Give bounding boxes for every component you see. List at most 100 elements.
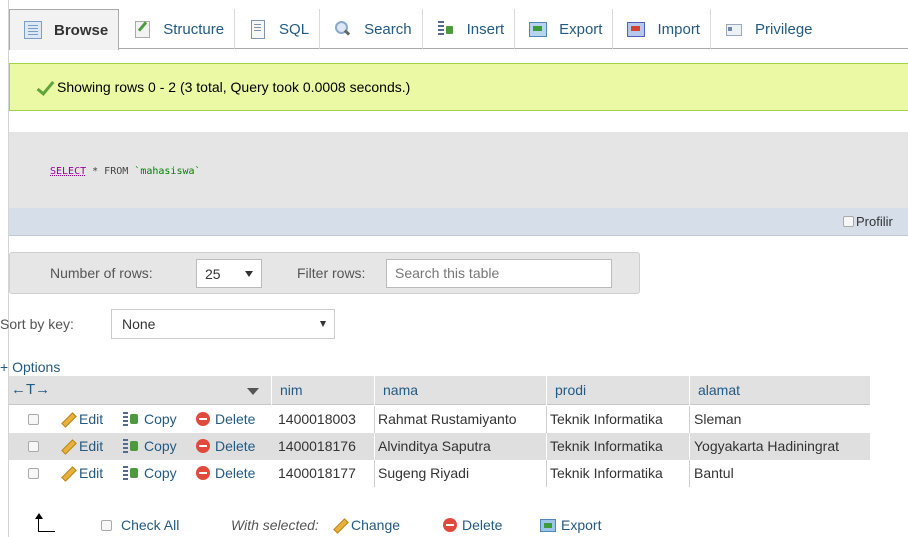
delete-icon — [196, 412, 210, 426]
tab-label: Import — [657, 20, 700, 38]
copy-label: Copy — [144, 438, 177, 454]
sql-icon — [249, 20, 267, 39]
edit-button[interactable]: Edit — [59, 465, 103, 481]
check-all-label[interactable]: Check All — [121, 517, 179, 533]
sql-table-name: `mahasiswa` — [134, 166, 201, 177]
browse-icon — [24, 21, 42, 39]
profiling-checkbox[interactable] — [843, 216, 854, 227]
edit-button[interactable]: Edit — [59, 438, 103, 454]
column-header-nama[interactable]: nama — [383, 382, 418, 398]
tab-import[interactable]: Import — [613, 9, 711, 49]
cell-divider — [689, 433, 690, 460]
cell-alamat: Sleman — [694, 411, 742, 427]
tab-label: Browse — [54, 21, 109, 39]
delete-icon — [196, 439, 210, 453]
profiling-label: Profilir — [856, 214, 893, 229]
insert-icon — [437, 20, 455, 38]
cell-divider — [374, 406, 375, 433]
tab-export[interactable]: Export — [515, 9, 614, 49]
tab-label: SQL — [279, 20, 310, 38]
cell-alamat: Yogyakarta Hadiningrat — [694, 438, 840, 454]
cell-nama: Alvinditya Saputra — [378, 438, 491, 454]
table-row: Edit Copy Delete 1400018003 Rahmat Rusta… — [9, 406, 870, 433]
copy-button[interactable]: Copy — [122, 411, 177, 427]
cell-divider — [546, 460, 547, 487]
sort-triangle-icon[interactable] — [247, 388, 259, 395]
copy-label: Copy — [144, 465, 177, 481]
privileges-icon — [725, 20, 743, 38]
cell-prodi: Teknik Informatika — [550, 465, 663, 481]
export-icon — [529, 20, 548, 38]
cell-nim: 1400018177 — [278, 465, 356, 481]
column-resize-arrows[interactable]: ←T→ — [11, 381, 50, 398]
tab-insert[interactable]: Insert — [423, 9, 516, 49]
cell-nim: 1400018003 — [278, 411, 356, 427]
edit-button[interactable]: Edit — [59, 411, 103, 427]
delete-label: Delete — [215, 465, 256, 481]
cell-nama: Sugeng Riyadi — [378, 465, 470, 481]
copy-button[interactable]: Copy — [122, 465, 177, 481]
pencil-icon — [331, 518, 347, 532]
with-selected-label: With selected: — [231, 517, 319, 533]
tab-privileges[interactable]: Privilege — [711, 9, 823, 49]
delete-label: Delete — [215, 438, 256, 454]
delete-icon — [196, 466, 210, 480]
column-header-nim[interactable]: nim — [280, 382, 303, 398]
tab-browse[interactable]: Browse — [9, 9, 120, 50]
bulk-delete-button[interactable]: Delete — [443, 517, 502, 533]
copy-button[interactable]: Copy — [122, 438, 177, 454]
delete-icon — [443, 518, 457, 532]
filter-rows-input[interactable]: Search this table — [386, 259, 612, 288]
sql-keyword-link[interactable]: SELECT — [50, 166, 86, 177]
chevron-down-icon — [245, 271, 253, 277]
delete-button[interactable]: Delete — [196, 438, 255, 454]
filter-rows-label: Filter rows: — [297, 265, 366, 281]
import-icon — [627, 20, 646, 38]
cell-nama: Rahmat Rustamiyanto — [378, 411, 517, 427]
profiling-bar: Profilir — [9, 208, 908, 236]
bulk-export-button[interactable]: Export — [540, 517, 601, 533]
edit-label: Edit — [79, 465, 104, 481]
row-checkbox[interactable] — [28, 468, 39, 479]
number-of-rows-label: Number of rows: — [50, 265, 153, 281]
navigation-panel: Number of rows: 25 Filter rows: Search t… — [9, 252, 640, 294]
tab-label: Privilege — [754, 20, 813, 38]
tab-bar: Browse Structure SQL Search Insert Expor… — [9, 9, 908, 50]
sort-by-key-value: None — [122, 316, 156, 332]
row-checkbox[interactable] — [28, 441, 39, 452]
sql-query: SELECT * FROM `mahasiswa` — [50, 166, 201, 177]
tab-label: Export — [559, 20, 603, 38]
cell-divider — [374, 433, 375, 460]
cell-divider — [689, 406, 690, 433]
number-of-rows-select[interactable]: 25 — [196, 259, 262, 288]
cell-alamat: Bantul — [694, 465, 734, 481]
change-button[interactable]: Change — [331, 517, 400, 533]
column-header-alamat[interactable]: alamat — [698, 382, 740, 398]
table-row: Edit Copy Delete 1400018177 Sugeng Riyad… — [9, 460, 870, 487]
cell-divider — [546, 433, 547, 460]
sort-by-key-label: Sort by key: — [0, 316, 74, 332]
cell-divider — [689, 460, 690, 487]
tab-structure[interactable]: Structure — [119, 9, 236, 49]
structure-icon — [133, 20, 151, 38]
success-text: Showing rows 0 - 2 (3 total, Query took … — [57, 79, 411, 95]
table-row: Edit Copy Delete 1400018176 Alvinditya S… — [9, 433, 870, 460]
search-icon — [334, 20, 352, 38]
column-header-prodi[interactable]: prodi — [555, 382, 586, 398]
bulk-export-label: Export — [561, 517, 602, 533]
check-all-checkbox[interactable] — [101, 520, 112, 531]
tab-search[interactable]: Search — [320, 9, 423, 49]
pencil-icon — [59, 439, 75, 453]
export-icon — [540, 518, 556, 532]
tab-sql[interactable]: SQL — [235, 9, 321, 49]
sort-by-key-select[interactable]: None — [111, 309, 335, 339]
header-divider — [689, 376, 690, 405]
edit-label: Edit — [79, 411, 104, 427]
delete-button[interactable]: Delete — [196, 465, 255, 481]
sql-clause: * FROM — [86, 166, 135, 177]
row-checkbox[interactable] — [28, 414, 39, 425]
delete-label: Delete — [215, 411, 256, 427]
options-link[interactable]: + Options — [0, 359, 60, 375]
delete-button[interactable]: Delete — [196, 411, 255, 427]
table-header: ←T→ nim nama prodi alamat — [9, 376, 870, 405]
